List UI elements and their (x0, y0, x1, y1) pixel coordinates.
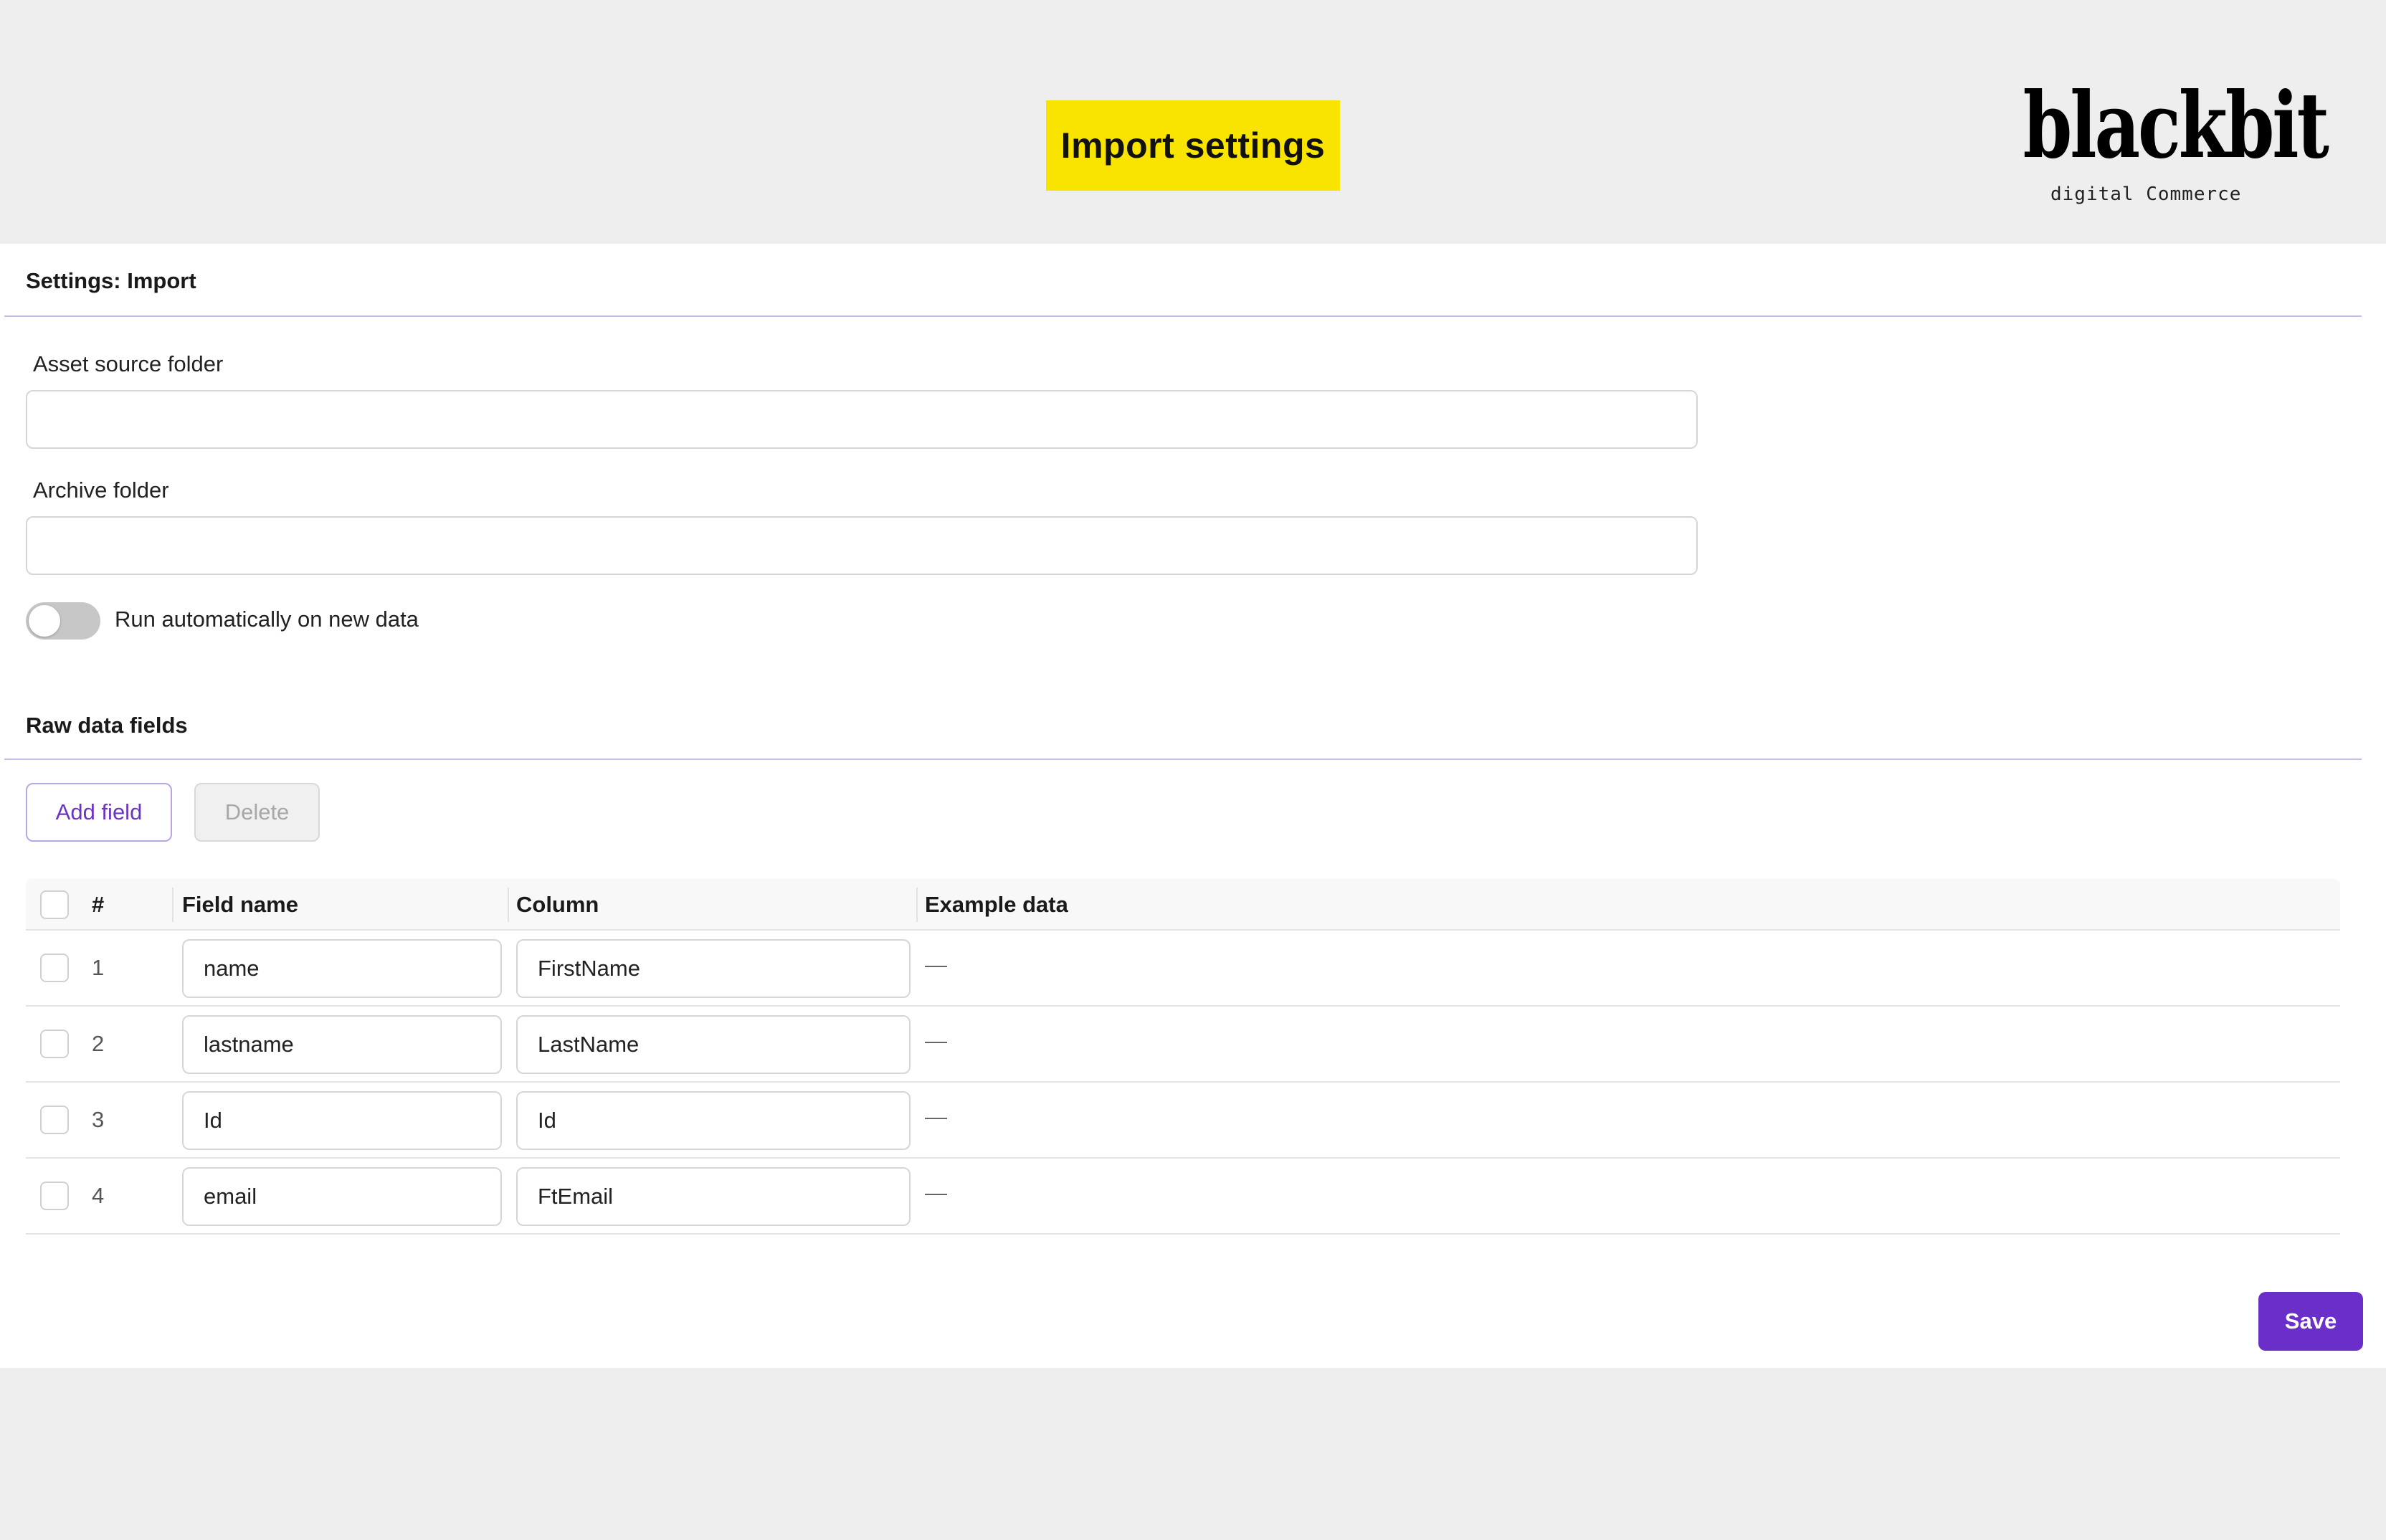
column-input[interactable] (516, 1091, 911, 1150)
field-name-input[interactable] (182, 1091, 502, 1150)
row-checkbox[interactable] (40, 1182, 69, 1210)
archive-folder-label: Archive folder (33, 477, 169, 503)
header: Import settings blackbit digital Commerc… (0, 0, 2386, 244)
field-name-input[interactable] (182, 1015, 502, 1074)
raw-fields-divider (4, 759, 2362, 760)
asset-source-label: Asset source folder (33, 351, 224, 376)
logo-subtitle: digital Commerce (2050, 184, 2242, 205)
settings-divider (4, 315, 2362, 317)
column-input[interactable] (516, 1015, 911, 1074)
row-number: 3 (92, 1107, 105, 1132)
column-header-column: Column (516, 892, 599, 917)
row-number: 1 (92, 955, 105, 980)
example-data: — (925, 1028, 947, 1053)
page: Import settings blackbit digital Commerc… (0, 0, 2386, 1540)
table-row: 1 — (26, 931, 2340, 1007)
table-row: 3 — (26, 1083, 2340, 1159)
column-header-number: # (92, 892, 105, 917)
column-separator (916, 888, 918, 922)
logo-wordmark: blackbit (2023, 72, 2329, 179)
column-separator (508, 888, 509, 922)
row-number: 4 (92, 1183, 105, 1208)
example-data: — (925, 1180, 947, 1205)
delete-button[interactable]: Delete (194, 783, 320, 842)
select-all-checkbox[interactable] (40, 890, 69, 919)
settings-section-title: Settings: Import (26, 268, 196, 293)
page-title: Import settings (1060, 125, 1326, 166)
example-data: — (925, 952, 947, 977)
raw-fields-section-title: Raw data fields (26, 713, 188, 738)
archive-folder-input[interactable] (26, 516, 1698, 575)
save-button[interactable]: Save (2258, 1292, 2363, 1351)
page-title-badge: Import settings (1046, 100, 1340, 191)
auto-run-label: Run automatically on new data (115, 607, 419, 632)
asset-source-input[interactable] (26, 390, 1698, 449)
table-header: # Field name Column Example data (26, 879, 2340, 931)
field-name-input[interactable] (182, 1167, 502, 1226)
table-row: 4 — (26, 1159, 2340, 1235)
table-row: 2 — (26, 1007, 2340, 1083)
auto-run-toggle[interactable] (26, 602, 100, 640)
settings-card: Settings: Import Asset source folder Arc… (0, 244, 2386, 1368)
add-field-button[interactable]: Add field (26, 783, 172, 842)
row-checkbox[interactable] (40, 1106, 69, 1134)
row-checkbox[interactable] (40, 954, 69, 982)
row-number: 2 (92, 1031, 105, 1056)
example-data: — (925, 1104, 947, 1129)
row-checkbox[interactable] (40, 1030, 69, 1058)
raw-fields-table: # Field name Column Example data 1 — 2 (26, 879, 2340, 1235)
column-input[interactable] (516, 1167, 911, 1226)
field-name-input[interactable] (182, 939, 502, 998)
column-header-example-data: Example data (925, 892, 1068, 917)
column-input[interactable] (516, 939, 911, 998)
brand-logo: blackbit digital Commerce (2023, 79, 2337, 215)
column-header-field-name: Field name (182, 892, 298, 917)
column-separator (172, 888, 174, 922)
toggle-knob (29, 605, 60, 637)
